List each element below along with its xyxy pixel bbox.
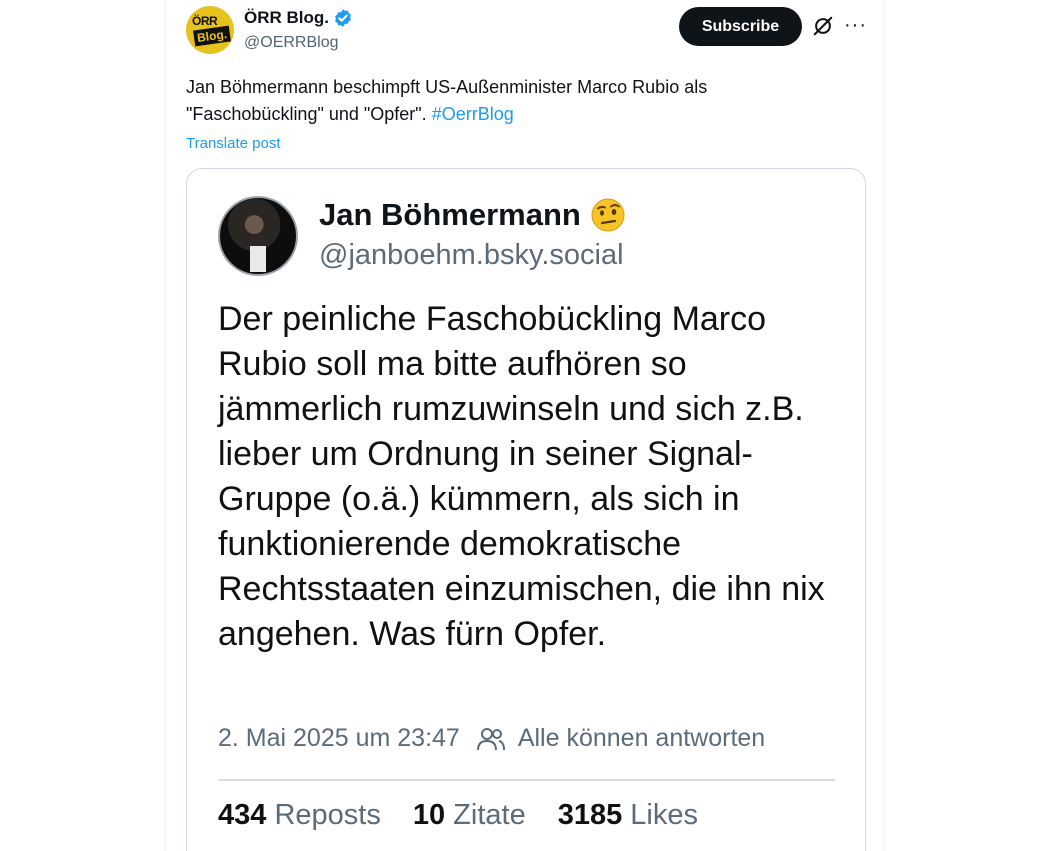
likes-count: 3185	[557, 799, 623, 831]
likes-stat: 3185 Likes	[558, 799, 698, 832]
embedded-name-row: Jan Böhmermann	[319, 197, 625, 233]
embedded-stats: 434 Reposts 10 Zitate 3185 Likes	[218, 799, 698, 832]
post-text: Jan Böhmermann beschimpft US-Außenminist…	[186, 74, 846, 128]
post-column: ÖRR Blog. ÖRR Blog. @OERRBlog Subscribe …	[165, 0, 885, 851]
embedded-author-avatar	[218, 196, 298, 276]
embedded-divider	[218, 779, 835, 781]
reply-setting-label: Alle können antworten	[517, 724, 766, 752]
avatar-logo-top: ÖRR	[192, 14, 218, 28]
people-icon	[476, 727, 505, 750]
raised-eyebrow-emoji-icon	[591, 198, 625, 232]
embedded-author-handle: @janboehm.bsky.social	[319, 239, 624, 271]
subscribe-button[interactable]: Subscribe	[679, 7, 802, 46]
grok-icon[interactable]	[812, 15, 834, 37]
reposts-label: Reposts	[274, 799, 381, 831]
translate-post-link[interactable]: Translate post	[186, 135, 281, 152]
author-name-row: ÖRR Blog.	[244, 8, 353, 28]
embedded-timestamp: 2. Mai 2025 um 23:47	[218, 724, 460, 752]
embedded-meta-row: 2. Mai 2025 um 23:47 Alle können antwort…	[218, 724, 765, 753]
quotes-stat: 10 Zitate	[413, 799, 526, 832]
author-handle[interactable]: @OERRBlog	[244, 34, 339, 52]
likes-label: Likes	[630, 799, 698, 831]
author-display-name[interactable]: ÖRR Blog.	[244, 8, 329, 28]
reposts-count: 434	[218, 799, 267, 831]
avatar-shirt	[250, 246, 266, 272]
hashtag-link[interactable]: #OerrBlog	[432, 104, 514, 124]
quotes-count: 10	[412, 799, 446, 831]
verified-badge-icon[interactable]	[333, 8, 353, 28]
quotes-label: Zitate	[453, 799, 526, 831]
avatar-logo-bottom: Blog.	[193, 25, 231, 47]
embedded-author-name: Jan Böhmermann	[319, 197, 581, 232]
embedded-post-text: Der peinliche Faschobückling Marco Rubio…	[218, 300, 825, 653]
embedded-screenshot[interactable]: Jan Böhmermann @janboehm.bsky.social Der…	[186, 168, 866, 851]
more-options-icon[interactable]: ···	[844, 14, 866, 36]
author-avatar[interactable]: ÖRR Blog.	[186, 6, 234, 54]
reposts-stat: 434 Reposts	[218, 799, 381, 832]
